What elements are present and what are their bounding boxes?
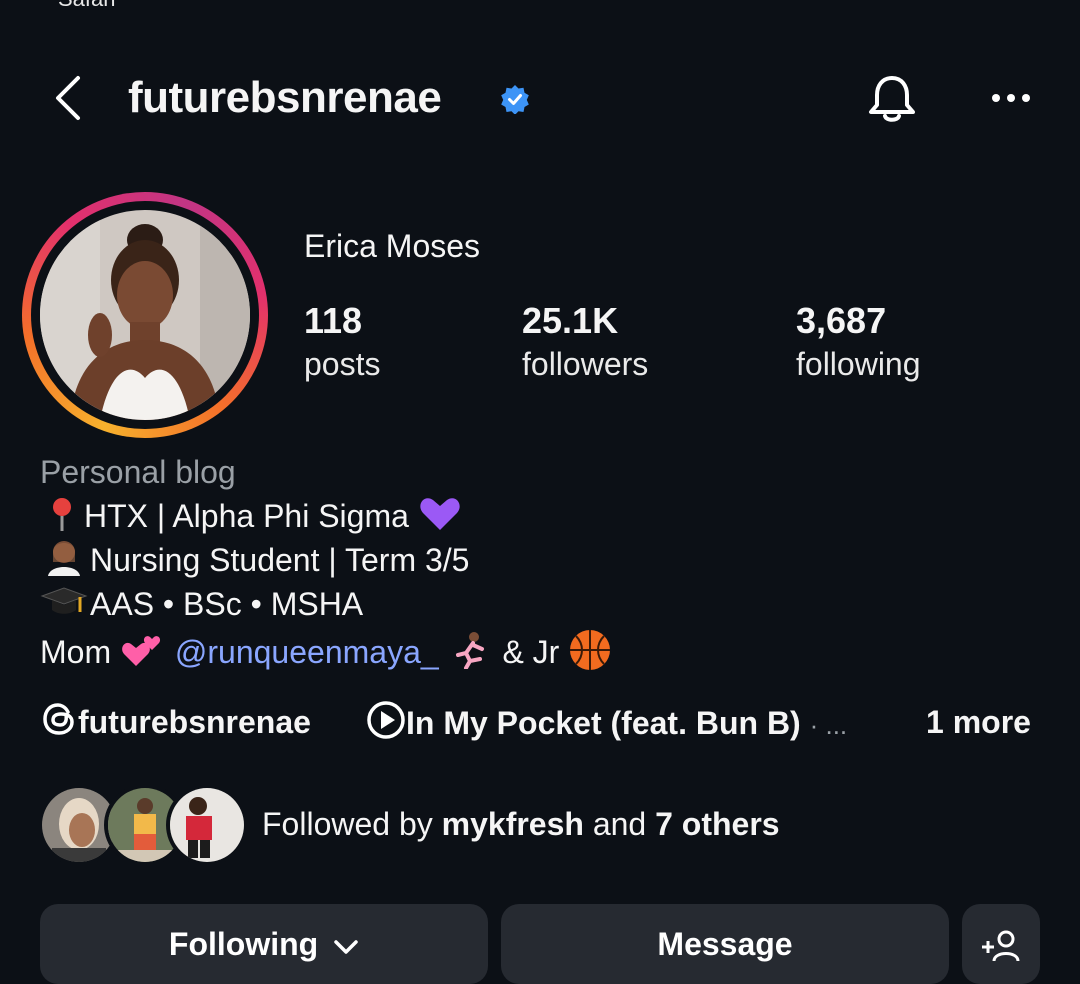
bio-student-text: Nursing Student | Term 3/5 [90, 542, 470, 578]
status-bar-text: Safari [58, 0, 115, 12]
following-count[interactable]: 3,687 [796, 300, 886, 342]
two-hearts-icon [120, 632, 166, 677]
bio-line-3: AAS • BSc • MSHA [40, 584, 363, 629]
profile-full-name: Erica Moses [304, 228, 481, 264]
play-circle-icon [366, 700, 406, 751]
following-label: Following [168, 926, 319, 962]
followed-by-prefix: Followed by [262, 806, 433, 842]
chevron-left-icon [56, 76, 80, 120]
music-title[interactable]: In My Pocket (feat. Bun B) [406, 705, 801, 741]
following-label[interactable]: following [796, 344, 921, 384]
threads-handle[interactable]: futurebsnrenae [78, 704, 311, 740]
music-link[interactable]: In My Pocket (feat. Bun B) · ... [366, 700, 847, 751]
followed-by-text[interactable]: Followed by mykfresh and 7 others [262, 802, 780, 846]
followed-by-and: and [592, 806, 647, 842]
bio-line-4: Mom @runqueenmaya_ & Jr [40, 628, 612, 681]
bio-mention-link[interactable]: @runqueenmaya_ [175, 634, 439, 670]
followers-label[interactable]: followers [522, 344, 648, 384]
threads-link[interactable]: futurebsnrenae [40, 700, 311, 749]
bio-location-text: HTX | Alpha Phi Sigma [84, 498, 409, 534]
followed-by-others[interactable]: 7 others [655, 806, 779, 842]
bio-degrees-text: AAS • BSc • MSHA [90, 586, 364, 622]
message-button[interactable]: Message [501, 904, 949, 984]
followed-by-name[interactable]: mykfresh [442, 806, 584, 842]
more-options-button[interactable] [988, 80, 1036, 116]
followers-count[interactable]: 25.1K [522, 300, 618, 342]
posts-label[interactable]: posts [304, 344, 380, 384]
bio-line-1: HTX | Alpha Phi Sigma [40, 496, 462, 541]
basketball-icon [568, 628, 612, 681]
follower-avatar-3[interactable] [166, 784, 248, 866]
purple-heart-icon [418, 496, 462, 541]
graduation-cap-icon [40, 584, 90, 629]
bio-jr-text: & Jr [502, 633, 560, 670]
add-user-button[interactable] [962, 904, 1040, 984]
more-links-button[interactable]: 1 more [926, 700, 1031, 744]
music-ellipsis: · ... [809, 709, 848, 740]
threads-icon [40, 700, 78, 749]
health-worker-icon [40, 540, 90, 585]
bell-icon [869, 76, 915, 122]
following-button[interactable]: Following [40, 904, 488, 984]
pin-icon [40, 496, 84, 541]
bio-mom-text: Mom [40, 633, 112, 670]
profile-username: futurebsnrenae [128, 73, 442, 122]
ellipsis-icon [992, 94, 1030, 102]
bio-line-2: Nursing Student | Term 3/5 [40, 540, 469, 585]
back-button[interactable] [48, 72, 92, 124]
profile-avatar[interactable] [40, 210, 250, 420]
verified-badge-icon [500, 84, 530, 115]
add-user-icon [982, 930, 1020, 961]
runner-icon [448, 631, 494, 678]
profile-category: Personal blog [40, 454, 236, 490]
posts-count[interactable]: 118 [304, 300, 362, 342]
chevron-down-icon [334, 939, 358, 954]
notifications-bell-button[interactable] [864, 70, 920, 126]
